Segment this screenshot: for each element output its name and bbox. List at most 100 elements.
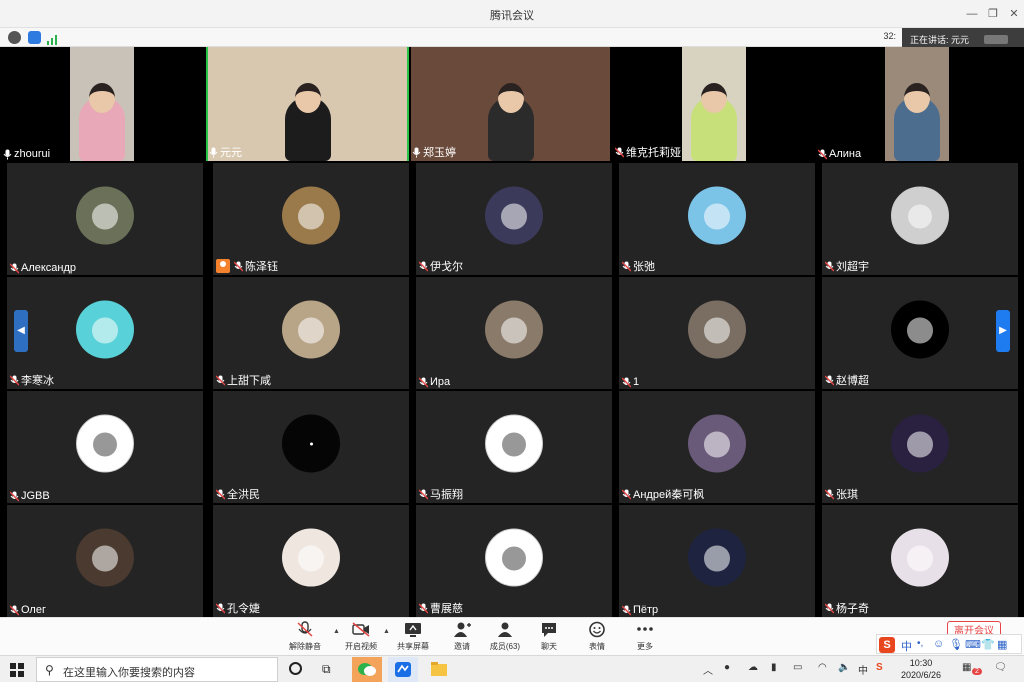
participant-tile[interactable]: 张琪 [822, 391, 1018, 503]
next-page-button[interactable]: ▶ [996, 310, 1010, 352]
avatar-detail [907, 545, 933, 572]
tencent-meeting-taskbar-icon[interactable] [388, 657, 418, 682]
windows-start-icon[interactable] [10, 663, 24, 677]
sogou-logo-icon[interactable]: S [879, 637, 895, 653]
participant-tile[interactable]: 李寒冰 [7, 277, 203, 389]
action-center-icon[interactable]: 🗨 [994, 662, 1007, 673]
participant-tile[interactable]: 孔令婕 [213, 505, 409, 617]
cat-icon [688, 300, 746, 359]
more-button[interactable]: 更多 [620, 621, 670, 652]
qq-tray-icon[interactable]: ● [724, 662, 730, 673]
mic-muted-icon [817, 149, 828, 160]
mic-muted-icon [418, 377, 429, 388]
sogou-tray-icon[interactable]: S [876, 662, 883, 673]
info-icon[interactable] [8, 31, 21, 44]
participant-tile[interactable]: 杨子奇 [822, 505, 1018, 617]
wechat-taskbar-icon[interactable] [352, 657, 382, 682]
ime-language-toggle[interactable]: 中 [901, 638, 912, 654]
participant-name: Александр [9, 262, 76, 274]
usb-tray-icon[interactable]: ▮ [771, 662, 777, 673]
close-button[interactable]: ✕ [1006, 6, 1022, 22]
participant-tile[interactable]: Александр [7, 163, 203, 275]
avatar-detail [298, 545, 324, 572]
share-screen-button[interactable]: 共享屏幕 [388, 621, 438, 652]
ime-mode-indicator[interactable]: 中 [858, 662, 868, 677]
mic-muted-icon [418, 489, 429, 500]
participant-tile[interactable]: 赵博超 [822, 277, 1018, 389]
video-tile-3[interactable]: 维克托莉娅 [612, 47, 815, 161]
reactions-button[interactable]: 表情 [572, 621, 622, 652]
participant-name: 上甜下咸 [215, 372, 271, 388]
video-tile-4[interactable]: Алина [815, 47, 1018, 161]
camera-feed [681, 47, 746, 161]
keyboard-icon[interactable]: ⌨ [965, 638, 981, 651]
speaking-label: 正在讲话: 元元 [910, 35, 970, 45]
participant-name-label: 伊戈尔 [430, 261, 463, 273]
participant-name-label: 陈泽钰 [245, 261, 278, 273]
video-grid: zhourui 元元 郑玉婷 维克托莉娅 Алина Александр 陈泽钰 伊戈尔 张弛 刘… [0, 47, 1024, 617]
avatar-detail [501, 317, 527, 344]
clock-date: 2020/6/26 [900, 670, 942, 680]
show-hidden-icons-caret[interactable]: ︿ [703, 662, 713, 677]
participant-tile[interactable]: Пётр [619, 505, 815, 617]
restore-button[interactable]: ❐ [985, 6, 1001, 22]
cartoon-sticker-icon [485, 528, 543, 587]
participant-name: 张弛 [621, 258, 655, 274]
ime-toolbar: S 中 •, ☺ 🎙 ⌨ 👕 ▦ [876, 634, 1022, 654]
chat-button[interactable]: 聊天 [524, 621, 574, 652]
video-tile-2[interactable]: 郑玉婷 [409, 47, 612, 161]
mic-muted-icon [824, 375, 835, 386]
participant-name-label: 马振翔 [430, 489, 463, 501]
participant-tile[interactable]: Олег [7, 505, 203, 617]
file-explorer-icon[interactable] [424, 657, 454, 682]
video-tile-0[interactable]: zhourui [0, 47, 203, 161]
taskbar-search[interactable]: ⚲ 在这里输入你要搜索的内容 [36, 657, 278, 682]
participant-tile[interactable]: 张弛 [619, 163, 815, 275]
taskbar-clock[interactable]: 10:30 2020/6/26 [890, 657, 952, 681]
ime-grid-icon[interactable]: ▦ [997, 638, 1007, 651]
wifi-icon[interactable]: ◠ [818, 662, 827, 673]
participant-name-label: 孔令婕 [227, 603, 260, 615]
shield-icon[interactable] [28, 31, 41, 44]
avatar-detail [298, 203, 324, 230]
battery-icon[interactable]: ▭ [793, 662, 802, 673]
participant-tile[interactable]: 刘超宇 [822, 163, 1018, 275]
participant-name: Олег [9, 604, 46, 616]
participant-tile[interactable]: 上甜下咸 [213, 277, 409, 389]
meeting-toolbar: 解除静音 ▲ 开启视频 ▲ 共享屏幕 邀请 成员(63) 聊天 表情 更多 [0, 617, 1024, 655]
mic-muted-icon [9, 491, 20, 502]
notification-count: 2 [972, 668, 982, 675]
notification-badge-icon[interactable]: ▦ 2 [962, 662, 982, 675]
participant-tile[interactable]: 陈泽钰 [213, 163, 409, 275]
participant-tile[interactable]: 1 [619, 277, 815, 389]
volume-icon[interactable]: 🔈 [838, 662, 850, 673]
members-button[interactable]: 成员(63) [480, 621, 530, 652]
punctuation-icon[interactable]: •, [917, 638, 923, 649]
participant-tile[interactable]: JGBB [7, 391, 203, 503]
participant-tile[interactable]: 伊戈尔 [416, 163, 612, 275]
task-view-icon[interactable]: ⧉ [322, 662, 331, 677]
previous-page-button[interactable]: ◀ [14, 310, 28, 352]
lion-icon [282, 186, 340, 245]
ime-mic-icon[interactable]: 🎙 [949, 638, 963, 651]
start-video-button[interactable]: 开启视频 [336, 621, 386, 652]
cortana-icon[interactable] [289, 662, 302, 675]
participant-tile[interactable]: Андрей秦可枫 [619, 391, 815, 503]
participant-tile[interactable]: 马振翔 [416, 391, 612, 503]
skin-icon[interactable]: 👕 [981, 638, 995, 651]
participant-tile[interactable]: Ира [416, 277, 612, 389]
participant-tile[interactable]: 全洪民 [213, 391, 409, 503]
participant-name-label: 杨子奇 [836, 603, 869, 615]
unmute-button[interactable]: 解除静音 [280, 621, 330, 652]
ime-smiley-icon[interactable]: ☺ [933, 638, 944, 650]
video-tile-1[interactable]: 元元 [206, 47, 409, 161]
participant-name: Пётр [621, 604, 658, 616]
participant-tile[interactable]: 曹展慈 [416, 505, 612, 617]
cloud-tray-icon[interactable]: ☁ [748, 662, 758, 673]
mic-muted-icon [824, 261, 835, 272]
signal-icon[interactable] [47, 32, 59, 45]
chat-icon [539, 621, 559, 638]
participant-name-label: 张琪 [836, 489, 858, 501]
participant-name: Алина [817, 148, 861, 160]
minimize-button[interactable]: — [964, 6, 980, 22]
